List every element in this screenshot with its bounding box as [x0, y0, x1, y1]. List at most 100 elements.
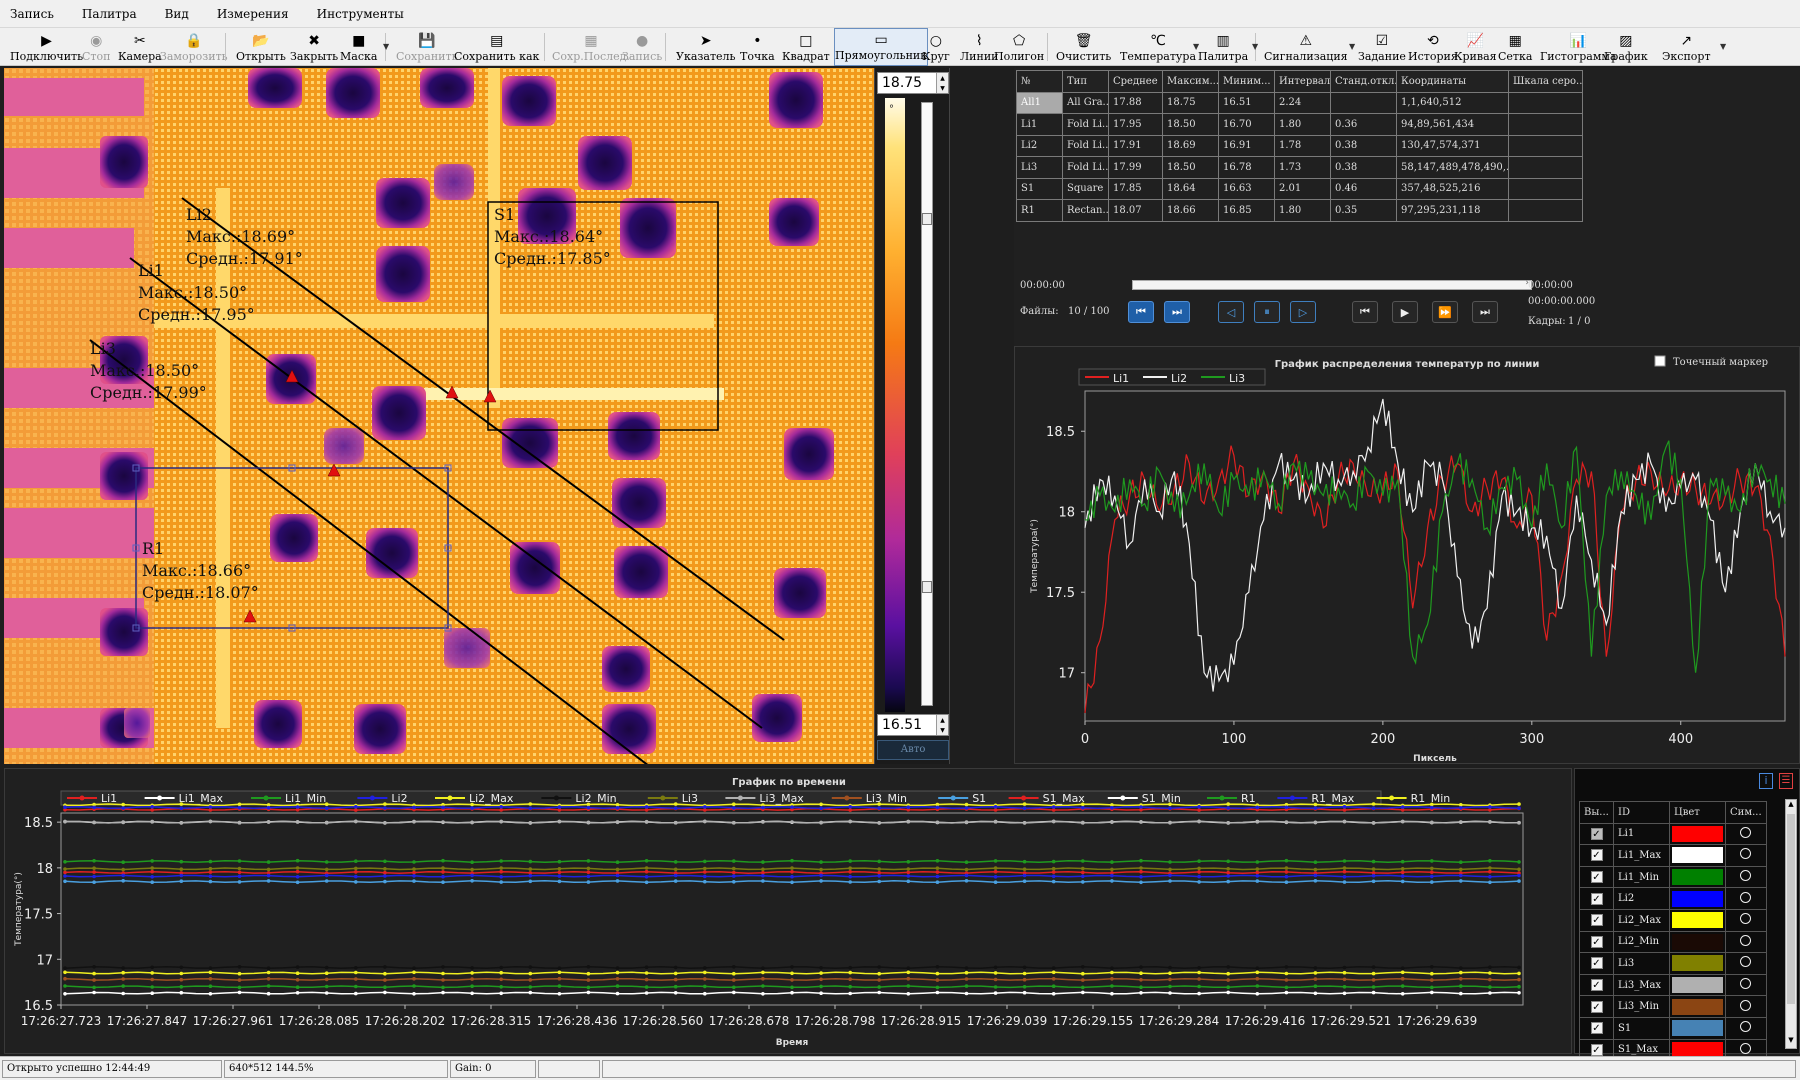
colorbar-range-slider[interactable]	[921, 102, 933, 706]
series-symbol-cell[interactable]	[1725, 908, 1767, 932]
series-symbol-cell[interactable]	[1725, 973, 1767, 997]
menu-palette[interactable]: Палитра	[78, 5, 141, 23]
scroll-up-icon[interactable]: ▲	[1786, 800, 1796, 812]
mask-button[interactable]: ■ Маска	[340, 28, 377, 66]
playback-seek-bar[interactable]: ›	[1132, 278, 1532, 290]
series-symbol-cell[interactable]	[1725, 865, 1767, 889]
folder-button[interactable]: 📂 Открыть	[236, 28, 286, 66]
series-color-swatch[interactable]	[1672, 977, 1723, 994]
series-color-swatch[interactable]	[1672, 912, 1723, 929]
series-row[interactable]: ✓ Li2_Max	[1579, 908, 1767, 932]
series-visible-checkbox[interactable]: ✓	[1590, 849, 1603, 862]
series-color-swatch[interactable]	[1672, 1020, 1723, 1037]
series-color-cell[interactable]	[1669, 995, 1726, 1018]
play-button[interactable]: ▶ Подключить	[10, 28, 83, 66]
series-visible-checkbox[interactable]: ✓	[1590, 1000, 1603, 1013]
pause-button[interactable]: ⏸	[1254, 301, 1280, 323]
series-header-cell[interactable]: ID	[1613, 801, 1670, 824]
play-button[interactable]: ▶	[1392, 301, 1418, 323]
alarm-button[interactable]: ⚠ Сигнализация	[1264, 28, 1348, 66]
scroll-thumb[interactable]	[1787, 814, 1795, 1004]
series-color-swatch[interactable]	[1672, 933, 1723, 950]
series-symbol-cell[interactable]	[1725, 887, 1767, 910]
series-symbol-cell[interactable]	[1725, 1016, 1767, 1040]
dropdown-arrow-icon[interactable]: ▼	[383, 42, 389, 51]
series-color-swatch[interactable]	[1672, 998, 1723, 1015]
series-row[interactable]: ✓ Li1	[1579, 822, 1767, 846]
table-header-cell[interactable]: Станд.откл.	[1330, 70, 1397, 93]
point-button[interactable]: • Точка	[740, 28, 775, 66]
table-header-cell[interactable]: Среднее	[1108, 70, 1163, 93]
series-row[interactable]: ✓ Li1_Min	[1579, 865, 1767, 889]
dropdown-arrow-icon[interactable]: ▼	[1252, 42, 1258, 51]
stop-button[interactable]: ◉ Стоп	[82, 28, 110, 66]
trash-button[interactable]: 🗑 Очистить	[1056, 28, 1111, 66]
info-icon[interactable]: i	[1759, 773, 1773, 789]
series-visible-checkbox[interactable]: ✓	[1590, 871, 1603, 884]
scroll-down-icon[interactable]: ▼	[1786, 1036, 1796, 1048]
series-visible-checkbox[interactable]: ✓	[1590, 827, 1603, 840]
table-row[interactable]: R1 Rectan... 18.07 18.66 16.85 1.80 0.35 97,295…	[1016, 199, 1583, 222]
series-symbol-cell[interactable]	[1725, 822, 1767, 846]
series-header-cell[interactable]: Сим...	[1725, 801, 1767, 824]
series-color-swatch[interactable]	[1672, 847, 1723, 864]
rectangle-button[interactable]: ▭ Прямоугольник	[834, 28, 929, 66]
export-button[interactable]: ↗ Экспорт	[1662, 28, 1711, 66]
table-header-cell[interactable]: Координаты	[1396, 70, 1509, 93]
series-visible-checkbox[interactable]: ✓	[1590, 892, 1603, 905]
first-frame-button[interactable]: ⏮	[1352, 301, 1378, 323]
series-row[interactable]: ✓ Li3_Max	[1579, 973, 1767, 997]
series-header-cell[interactable]: Цвет	[1669, 801, 1726, 824]
last-frame-button[interactable]: ⏭	[1472, 301, 1498, 323]
series-color-swatch[interactable]	[1672, 825, 1723, 842]
table-row[interactable]: Li2 Fold Li... 17.91 18.69 16.91 1.78 0.38 130,…	[1016, 134, 1583, 157]
series-visible-checkbox[interactable]: ✓	[1590, 1043, 1603, 1056]
series-row[interactable]: ✓ Li1_Max	[1579, 844, 1767, 867]
series-row[interactable]: ✓ S1	[1579, 1016, 1767, 1040]
history-button[interactable]: ⟲ История	[1408, 28, 1458, 66]
colorbar-upper-handle[interactable]	[922, 213, 932, 225]
last-file-button[interactable]: ⏭	[1164, 301, 1190, 323]
table-header-cell[interactable]: Шкала серо...	[1508, 70, 1583, 93]
series-color-cell[interactable]	[1669, 930, 1726, 954]
series-visible-checkbox[interactable]: ✓	[1590, 914, 1603, 927]
record-button[interactable]: ● Запись	[622, 28, 662, 66]
save-as-button[interactable]: ▤ Сохранить как	[454, 28, 539, 66]
thermal-image-view[interactable]: Li2 Макс.:18.69° Средн.:17.91° Li1 Макс.…	[4, 68, 874, 764]
series-row[interactable]: ✓ Li2_Min	[1579, 930, 1767, 954]
colorbar-lower-handle[interactable]	[922, 581, 932, 593]
save-last-button[interactable]: ▦ Сохр.Послед.	[552, 28, 630, 66]
menu-view[interactable]: Вид	[161, 5, 193, 23]
table-row[interactable]: S1 Square 17.85 18.64 16.63 2.01 0.46 357,48,52…	[1016, 177, 1583, 200]
series-header-cell[interactable]: Вы...	[1579, 801, 1614, 824]
polygon-button[interactable]: ⬠ Полигон	[994, 28, 1044, 66]
next-frame-button[interactable]: ⏩	[1432, 301, 1458, 323]
task-button[interactable]: ☑ Задание	[1358, 28, 1406, 66]
grid-button[interactable]: ▦ Сетка	[1498, 28, 1532, 66]
series-color-swatch[interactable]	[1672, 890, 1723, 907]
series-color-cell[interactable]	[1669, 887, 1726, 910]
pointer-button[interactable]: ➤ Указатель	[676, 28, 736, 66]
dropdown-arrow-icon[interactable]: ▼	[1720, 42, 1726, 51]
series-visible-checkbox[interactable]: ✓	[1590, 1022, 1603, 1035]
series-visible-checkbox[interactable]: ✓	[1590, 957, 1603, 970]
colorbar-max-input[interactable]: 18.75 ▲ ▼	[877, 72, 949, 94]
table-row[interactable]: Li3 Fold Li... 17.99 18.50 16.78 1.73 0.38 58,1…	[1016, 156, 1583, 179]
series-color-swatch[interactable]	[1672, 955, 1723, 972]
dropdown-arrow-icon[interactable]: ▼	[1193, 42, 1199, 51]
table-header-cell[interactable]: Тип	[1062, 70, 1109, 93]
series-row[interactable]: ✓ Li3	[1579, 952, 1767, 975]
series-color-cell[interactable]	[1669, 1016, 1726, 1040]
forward-button[interactable]: ▷	[1290, 301, 1316, 323]
circle-button[interactable]: ○ Круг	[922, 28, 950, 66]
table-row[interactable]: Li1 Fold Li... 17.95 18.50 16.70 1.80 0.36 94,8…	[1016, 113, 1583, 136]
polyline-button[interactable]: ⌇ Линии	[960, 28, 999, 66]
save-button[interactable]: 💾 Сохранить	[396, 28, 458, 66]
series-row[interactable]: ✓ Li3_Min	[1579, 995, 1767, 1018]
series-symbol-cell[interactable]	[1725, 952, 1767, 975]
series-color-cell[interactable]	[1669, 844, 1726, 867]
series-scrollbar[interactable]: ▲ ▼	[1785, 799, 1797, 1049]
colorbar-max-spin-icon[interactable]: ▲ ▼	[936, 73, 948, 93]
first-file-button[interactable]: ⏮	[1128, 301, 1154, 323]
graph-button[interactable]: ▨ График	[1604, 28, 1648, 66]
